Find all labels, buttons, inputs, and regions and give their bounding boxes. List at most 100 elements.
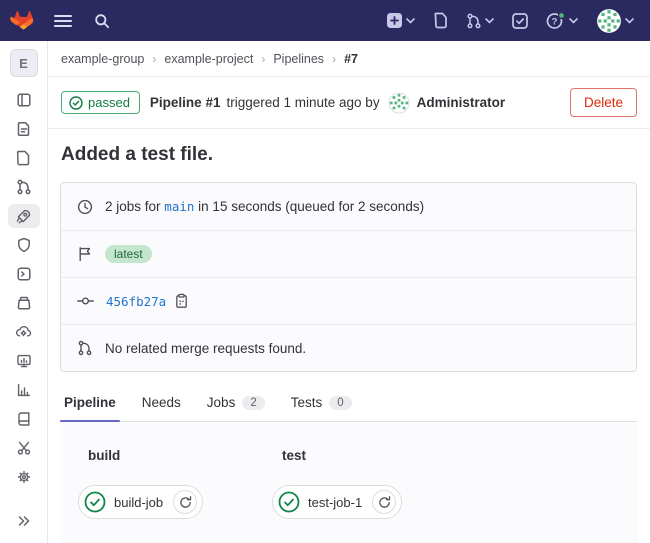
help-icon: ? (546, 12, 566, 30)
breadcrumb-group-link[interactable]: example-group (61, 52, 144, 66)
latest-badge[interactable]: latest (105, 245, 152, 263)
scissors-icon (16, 440, 32, 456)
job-pill-build-job[interactable]: build-job (78, 485, 203, 519)
create-new-button[interactable] (382, 8, 419, 33)
retry-job-button[interactable] (372, 490, 396, 514)
page-title: Added a test file. (48, 129, 650, 180)
package-bag-icon (16, 295, 32, 311)
pipeline-tabs: Pipeline Needs Jobs 2 Tests 0 (60, 387, 637, 422)
jobs-count-badge: 2 (242, 396, 264, 410)
job-name: test-job-1 (308, 495, 364, 510)
hamburger-icon (54, 14, 72, 28)
branch-link[interactable]: main (164, 199, 194, 214)
duration-text: in 15 seconds (queued for 2 seconds) (198, 199, 424, 214)
sidebar-item-merge-requests[interactable] (8, 175, 40, 199)
commit-row: 456fb27a (61, 277, 636, 324)
breadcrumb-separator: › (332, 52, 336, 66)
sidebar-item-analytics[interactable] (8, 378, 40, 402)
job-success-icon (278, 491, 300, 513)
merge-request-icon (466, 13, 482, 29)
chevron-down-icon (569, 18, 578, 24)
jobs-duration-row: 2 jobs for main in 15 seconds (queued fo… (61, 183, 636, 230)
delete-button[interactable]: Delete (570, 88, 637, 117)
tab-pipeline-label: Pipeline (64, 395, 116, 410)
commit-sha-link[interactable]: 456fb27a (106, 294, 166, 309)
job-name: build-job (114, 495, 165, 510)
chart-icon (16, 382, 32, 398)
status-badge-label: passed (88, 95, 130, 110)
sidebar-item-settings[interactable] (8, 465, 40, 489)
job-success-icon (84, 491, 106, 513)
issues-icon (16, 150, 31, 166)
tab-tests[interactable]: Tests 0 (287, 387, 356, 421)
status-badge[interactable]: passed (61, 91, 140, 114)
chevron-down-icon (625, 18, 634, 24)
breadcrumb-project-link[interactable]: example-project (164, 52, 253, 66)
sidebar-item-repository[interactable] (8, 117, 40, 141)
shield-icon (16, 237, 32, 253)
pipeline-number: Pipeline #1 (150, 95, 221, 110)
search-icon (94, 13, 110, 29)
help-button[interactable]: ? (542, 8, 582, 34)
merge-requests-button[interactable] (462, 9, 498, 33)
user-avatar (596, 8, 622, 34)
tab-pipeline[interactable]: Pipeline (60, 387, 120, 421)
commit-icon (77, 293, 94, 309)
tab-needs[interactable]: Needs (138, 387, 185, 421)
project-sidebar: E (0, 41, 48, 543)
sidebar-item-wiki[interactable] (8, 407, 40, 431)
jobs-count-text: 2 jobs for (105, 199, 161, 214)
triggerer-avatar[interactable] (388, 92, 410, 114)
stage-name: build (78, 448, 236, 463)
gitlab-app: ? (0, 0, 650, 543)
rocket-icon (15, 208, 32, 225)
pipeline-status-row: passed Pipeline #1 triggered 1 minute ag… (48, 77, 650, 129)
pipeline-graph: build build-job (60, 422, 637, 543)
sidebar-collapse-button[interactable] (8, 509, 40, 533)
check-circle-icon (69, 96, 83, 110)
gitlab-tanuki-icon (10, 8, 36, 33)
breadcrumb-current-pipeline: #7 (344, 52, 358, 66)
sidebar-item-packages[interactable] (8, 291, 40, 315)
sidebar-item-cicd[interactable] (8, 204, 40, 228)
chevron-down-icon (406, 18, 415, 24)
sidebar-item-issues[interactable] (8, 146, 40, 170)
breadcrumb-pipelines-link[interactable]: Pipelines (273, 52, 324, 66)
triggerer-name[interactable]: Administrator (417, 95, 506, 110)
main-content: example-group › example-project › Pipeli… (48, 41, 650, 543)
search-button[interactable] (90, 9, 114, 33)
sidebar-item-security[interactable] (8, 233, 40, 257)
merge-request-icon (16, 179, 32, 195)
copy-commit-sha-button[interactable] (174, 293, 189, 309)
stage-name: test (272, 448, 430, 463)
pipeline-summary-card: 2 jobs for main in 15 seconds (queued fo… (60, 182, 637, 372)
stage-column-build: build build-job (78, 448, 236, 543)
user-avatar-button[interactable] (592, 4, 638, 38)
gear-icon (16, 469, 32, 485)
chevron-down-icon (485, 18, 494, 24)
terminal-box-icon (16, 266, 32, 282)
sidebar-item-monitor[interactable] (8, 349, 40, 373)
sidebar-item-deployments[interactable] (8, 262, 40, 286)
merge-requests-row: No related merge requests found. (61, 324, 636, 371)
tab-jobs[interactable]: Jobs 2 (203, 387, 269, 421)
breadcrumb-separator: › (261, 52, 265, 66)
clock-icon (77, 199, 93, 215)
retry-icon (179, 496, 192, 509)
sidebar-item-infrastructure[interactable] (8, 320, 40, 344)
todos-button[interactable] (508, 9, 532, 33)
retry-job-button[interactable] (173, 490, 197, 514)
gitlab-logo[interactable] (10, 8, 36, 33)
breadcrumb: example-group › example-project › Pipeli… (48, 41, 650, 77)
job-pill-test-job-1[interactable]: test-job-1 (272, 485, 402, 519)
retry-icon (378, 496, 391, 509)
repository-icon (16, 121, 32, 137)
hamburger-menu-button[interactable] (50, 10, 76, 32)
sidebar-item-project-information[interactable] (8, 88, 40, 112)
tab-needs-label: Needs (142, 395, 181, 410)
project-avatar[interactable]: E (10, 49, 38, 77)
latest-badge-row: latest (61, 230, 636, 277)
sidebar-item-snippets[interactable] (8, 436, 40, 460)
issues-button[interactable] (429, 8, 452, 33)
breadcrumb-separator: › (152, 52, 156, 66)
